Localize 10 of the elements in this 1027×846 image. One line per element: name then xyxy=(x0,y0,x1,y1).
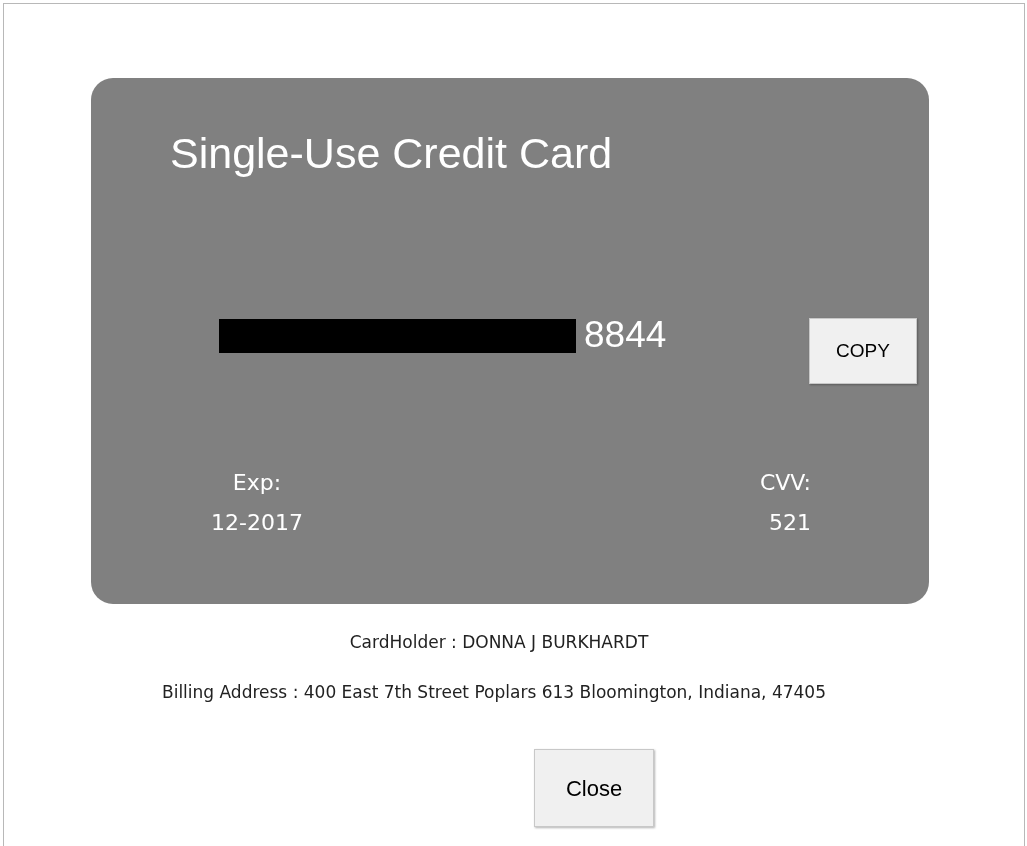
billing-address-text: Billing Address : 400 East 7th Street Poplars 613 Bloomington, Indiana, 47405 xyxy=(162,680,826,704)
card-number: 8844 xyxy=(584,316,667,353)
field-value: 521 xyxy=(769,509,811,537)
copy-button[interactable]: COPY xyxy=(809,318,917,384)
field-label: Exp: xyxy=(232,469,282,497)
field-label: CVV: xyxy=(759,469,811,497)
close-button[interactable]: Close xyxy=(534,749,654,827)
field-value: 12-2017 xyxy=(211,509,303,537)
cardholder-text: CardHolder : DONNA J BURKHARDT xyxy=(349,631,649,654)
card-title: Single-Use Credit Card xyxy=(170,132,613,175)
